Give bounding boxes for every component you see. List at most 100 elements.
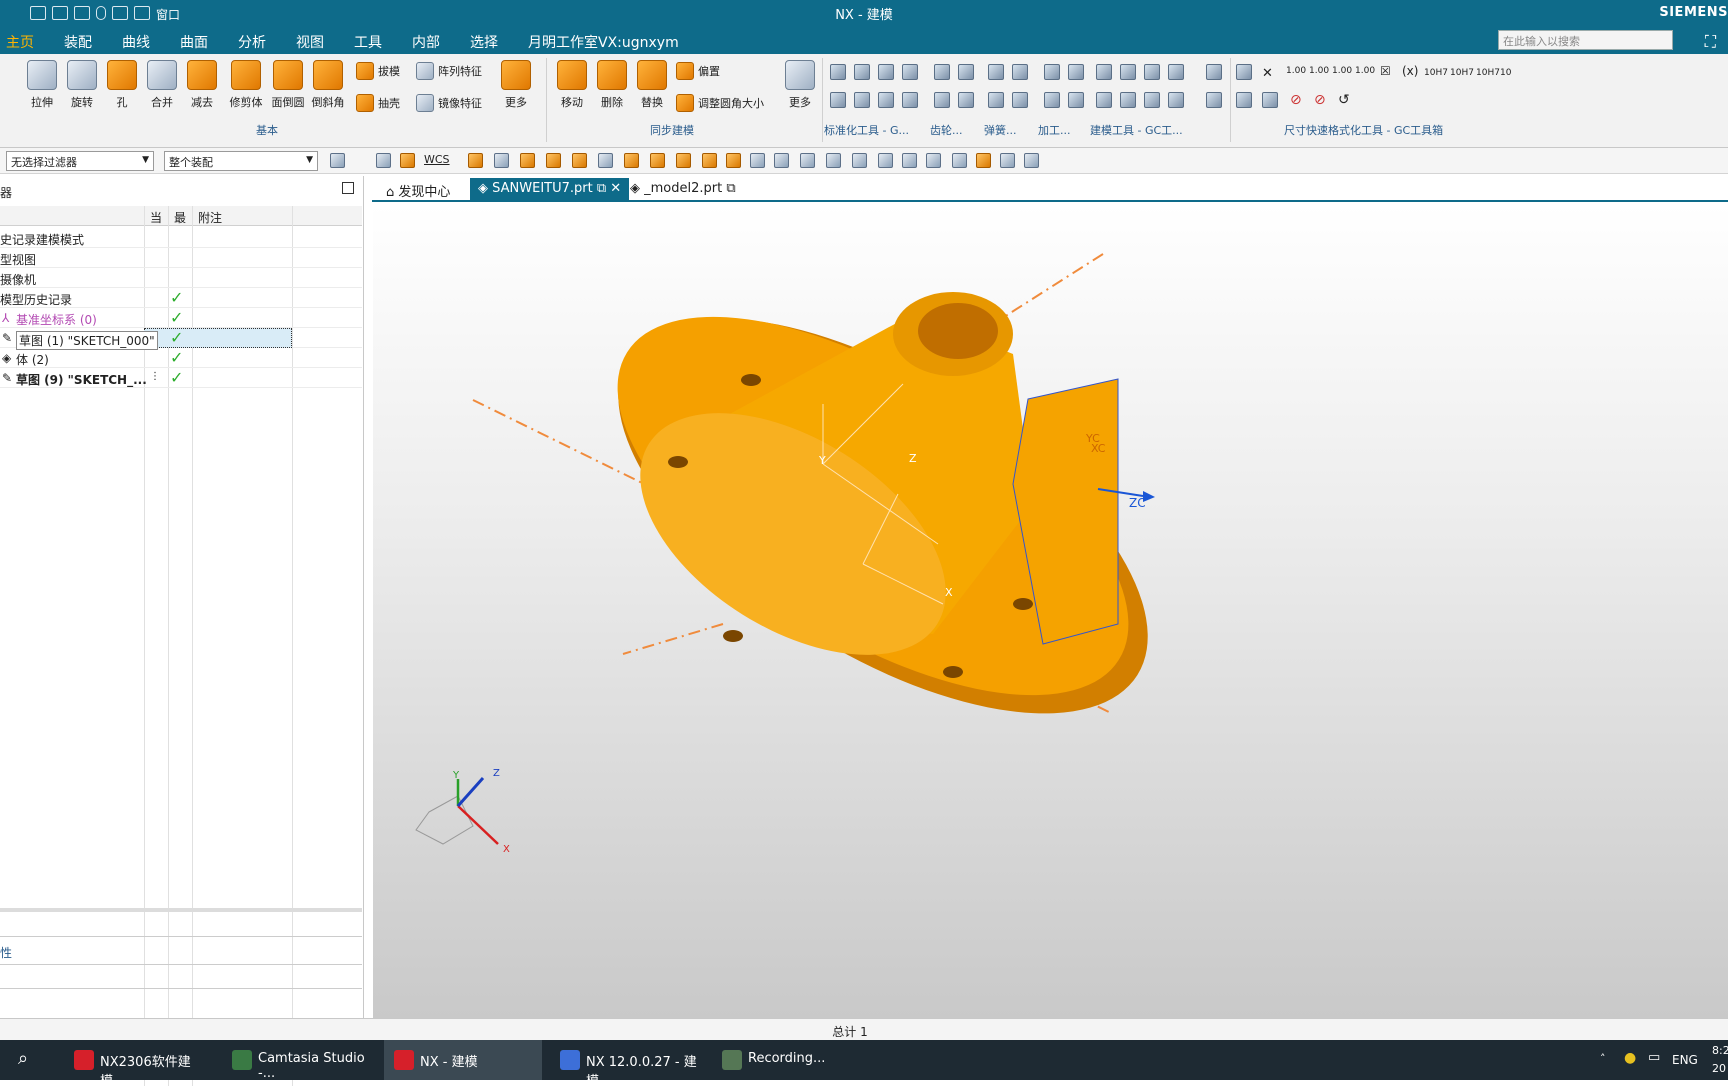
gear-icon[interactable]: [934, 92, 950, 108]
scope-dropdown[interactable]: 整个装配 ▼: [164, 151, 318, 171]
model-tool-icon[interactable]: [1144, 92, 1160, 108]
model-tool-icon[interactable]: [1168, 64, 1184, 80]
model-tool-icon[interactable]: [1168, 92, 1184, 108]
view-icon[interactable]: [1024, 153, 1039, 168]
machining-icon[interactable]: [1044, 64, 1060, 80]
dimension-icon[interactable]: [1236, 92, 1252, 108]
machining-icon[interactable]: [1068, 64, 1084, 80]
tab-tools[interactable]: 工具: [354, 32, 382, 52]
gear-icon[interactable]: [958, 64, 974, 80]
column-latest[interactable]: 最: [174, 209, 186, 226]
view-icon[interactable]: [902, 153, 917, 168]
tree-row[interactable]: 模型历史记录 ✓: [0, 288, 362, 308]
tolerance-2[interactable]: 10H7: [1450, 68, 1474, 78]
machining-icon[interactable]: [1044, 92, 1060, 108]
std-tool-icon[interactable]: [902, 92, 918, 108]
pattern-feature-button[interactable]: 阵列特征: [416, 62, 482, 80]
view-icon[interactable]: [750, 153, 765, 168]
spring-icon[interactable]: [988, 92, 1004, 108]
model-tool-icon[interactable]: [1096, 92, 1112, 108]
snap-icon[interactable]: [400, 153, 415, 168]
machining-icon[interactable]: [1068, 92, 1084, 108]
face-blend-button[interactable]: 面倒圆: [266, 60, 310, 110]
view-orient-icon[interactable]: [468, 153, 483, 168]
external-link-icon[interactable]: ⧉: [722, 181, 735, 196]
panel-splitter[interactable]: [0, 908, 362, 912]
std-tool-icon[interactable]: [878, 64, 894, 80]
dimension-icon[interactable]: [1262, 92, 1278, 108]
search-input[interactable]: 在此输入以搜索: [1498, 30, 1673, 50]
dim-format-2[interactable]: 1.00: [1309, 66, 1329, 76]
model-tool-icon[interactable]: [1120, 64, 1136, 80]
diameter-icon[interactable]: ⊘: [1290, 92, 1302, 108]
offset-button[interactable]: 偏置: [676, 62, 720, 80]
taskbar-item-nx2306[interactable]: NX2306软件建模....: [64, 1040, 212, 1089]
view-icon[interactable]: [774, 153, 789, 168]
network-icon[interactable]: ▭: [1648, 1050, 1660, 1065]
tree-row[interactable]: ◈ 体 (2) ✓: [0, 348, 362, 368]
close-x-icon[interactable]: ✕: [1262, 66, 1273, 81]
view-icon[interactable]: [826, 153, 841, 168]
diameter-icon[interactable]: ⊘: [1314, 92, 1326, 108]
column-current[interactable]: 当: [150, 209, 162, 226]
std-tool-icon[interactable]: [830, 92, 846, 108]
tree-row[interactable]: 基准坐标系 (0) ⅄ ✓: [0, 308, 362, 328]
tolerance-4[interactable]: 10: [1500, 68, 1511, 78]
std-tool-icon[interactable]: [902, 64, 918, 80]
tree-row[interactable]: 摄像机: [0, 268, 362, 288]
dim-format-1[interactable]: 1.00: [1286, 66, 1306, 76]
view-icon[interactable]: [926, 153, 941, 168]
external-link-icon[interactable]: ⧉: [593, 181, 606, 196]
revolve-button[interactable]: 旋转: [62, 60, 102, 110]
model-tool-icon[interactable]: [1144, 64, 1160, 80]
dimension-icon[interactable]: [1236, 64, 1252, 80]
taskbar-item-nx[interactable]: NX - 建模: [384, 1040, 542, 1080]
more-basic-button[interactable]: 更多: [496, 60, 536, 110]
tray-app-icon[interactable]: ●: [1624, 1050, 1636, 1066]
tab-internal[interactable]: 内部: [412, 32, 440, 52]
tab-surface[interactable]: 曲面: [180, 32, 208, 52]
view-icon[interactable]: [650, 153, 665, 168]
gear-icon[interactable]: [934, 64, 950, 80]
view-icon[interactable]: [624, 153, 639, 168]
clock-date[interactable]: 20: [1712, 1062, 1726, 1075]
view-icon[interactable]: [546, 153, 561, 168]
tab-model2[interactable]: ◈ _model2.prt ⧉: [622, 178, 744, 200]
tolerance-1[interactable]: 10H7: [1424, 68, 1448, 78]
tolerance-3[interactable]: 10H7: [1476, 68, 1500, 78]
tab-discovery-center[interactable]: ⌂ 发现中心: [378, 178, 458, 200]
tree-row[interactable]: ✎ 草图 (9) "SKETCH_... ⋮ ✓: [0, 368, 362, 388]
select-filter-icon[interactable]: [330, 153, 345, 168]
resize-blend-button[interactable]: 调整圆角大小: [676, 94, 764, 112]
spring-icon[interactable]: [1012, 92, 1028, 108]
gear-icon[interactable]: [958, 92, 974, 108]
graphics-viewport[interactable]: Y Z X YC XC ZC Y Z X: [373, 204, 1728, 1018]
language-indicator[interactable]: ENG: [1672, 1053, 1698, 1067]
clock-time[interactable]: 8:2: [1712, 1044, 1728, 1057]
view-icon[interactable]: [520, 153, 535, 168]
dim-format-3[interactable]: 1.00: [1332, 66, 1352, 76]
spring-icon[interactable]: [988, 64, 1004, 80]
std-tool-icon[interactable]: [854, 64, 870, 80]
maximize-icon[interactable]: [342, 182, 354, 194]
tree-row[interactable]: 史记录建模模式: [0, 228, 362, 248]
tab-curve[interactable]: 曲线: [122, 32, 150, 52]
tree-row[interactable]: 型视图: [0, 248, 362, 268]
box-x-icon[interactable]: ☒: [1380, 64, 1391, 78]
triangle-icon[interactable]: [1096, 64, 1112, 80]
std-tool-icon[interactable]: [878, 92, 894, 108]
view-icon[interactable]: [726, 153, 741, 168]
model-tool-icon[interactable]: [1120, 92, 1136, 108]
view-icon[interactable]: [878, 153, 893, 168]
view-icon[interactable]: [702, 153, 717, 168]
more-sync-button[interactable]: 更多: [780, 60, 820, 110]
spring-icon[interactable]: [1012, 64, 1028, 80]
shell-button[interactable]: 抽壳: [356, 94, 400, 112]
filter-dropdown[interactable]: 无选择过滤器 ▼: [6, 151, 154, 171]
view-icon[interactable]: [1000, 153, 1015, 168]
paren-x-icon[interactable]: (x): [1402, 64, 1418, 78]
hole-button[interactable]: 孔: [102, 60, 142, 110]
tab-sanweitu7[interactable]: ◈ SANWEITU7.prt ⧉ ✕: [470, 178, 630, 200]
delete-face-button[interactable]: 删除: [592, 60, 632, 110]
move-face-button[interactable]: 移动: [552, 60, 592, 110]
